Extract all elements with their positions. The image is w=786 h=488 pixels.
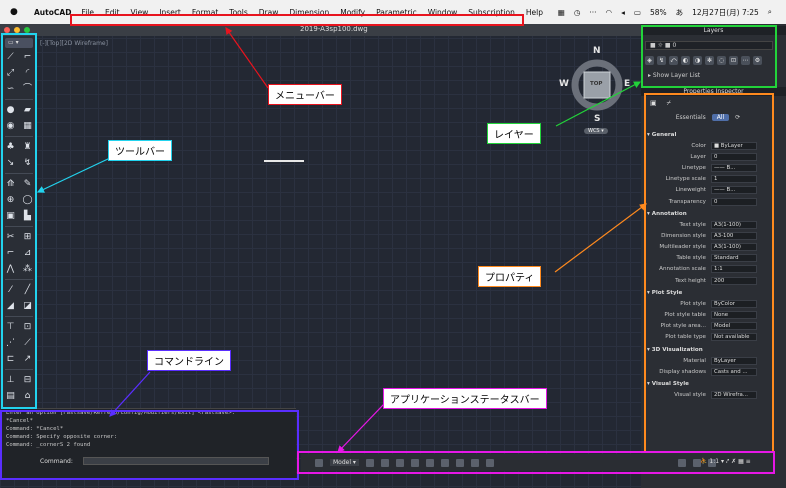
menu-help[interactable]: Help: [526, 8, 543, 17]
battery-icon[interactable]: ▭: [634, 8, 641, 17]
compass-north[interactable]: N: [593, 46, 601, 56]
battery-percent: 58%: [649, 7, 667, 17]
input-source-icon[interactable]: あ: [676, 7, 684, 18]
compass-south[interactable]: S: [594, 114, 600, 124]
more-icon[interactable]: ···: [589, 8, 596, 17]
annotation-statusbar-box: [297, 451, 775, 474]
document-title: 2019-A3sp100.dwg: [300, 25, 368, 33]
annotation-toolbar-box: [1, 33, 37, 409]
viewport-label[interactable]: [-][Top][2D Wireframe]: [40, 40, 108, 47]
label-menubar: メニューバー: [268, 84, 342, 105]
datetime[interactable]: 12月27日(月) 7:25: [692, 7, 759, 18]
menubar-status-area: ▦ ◷ ··· ◠ ◂ ▭ 58% あ 12月27日(月) 7:25 ⌕: [558, 0, 772, 24]
label-layers: レイヤー: [487, 123, 541, 144]
viewcube-compass[interactable]: N S E W TOP: [559, 46, 632, 124]
label-commandline: コマンドライン: [147, 350, 231, 371]
annotation-layers-box: [641, 25, 777, 88]
grid-icon[interactable]: ▦: [558, 8, 565, 17]
annotation-menubar-box: [70, 14, 524, 26]
clock-icon[interactable]: ◷: [574, 8, 581, 17]
spotlight-search-icon[interactable]: ⌕: [768, 7, 772, 17]
volume-icon[interactable]: ◂: [621, 8, 625, 17]
compass-east[interactable]: E: [624, 79, 630, 89]
app-name-menu[interactable]: AutoCAD: [34, 8, 71, 17]
wcs-menu[interactable]: WCS ▾: [584, 128, 608, 134]
label-statusbar: アプリケーションステータスバー: [383, 388, 547, 409]
label-properties: プロパティ: [478, 266, 542, 287]
annotation-properties-box: [644, 93, 774, 453]
label-toolbar: ツールバー: [108, 140, 172, 161]
apple-icon[interactable]: ●: [10, 7, 24, 17]
wifi-icon[interactable]: ◠: [606, 8, 613, 17]
compass-west[interactable]: W: [559, 79, 569, 89]
annotation-commandline-box: [0, 410, 299, 480]
viewcube-top-face[interactable]: TOP: [590, 81, 602, 87]
drawn-line-entity[interactable]: [264, 160, 304, 162]
